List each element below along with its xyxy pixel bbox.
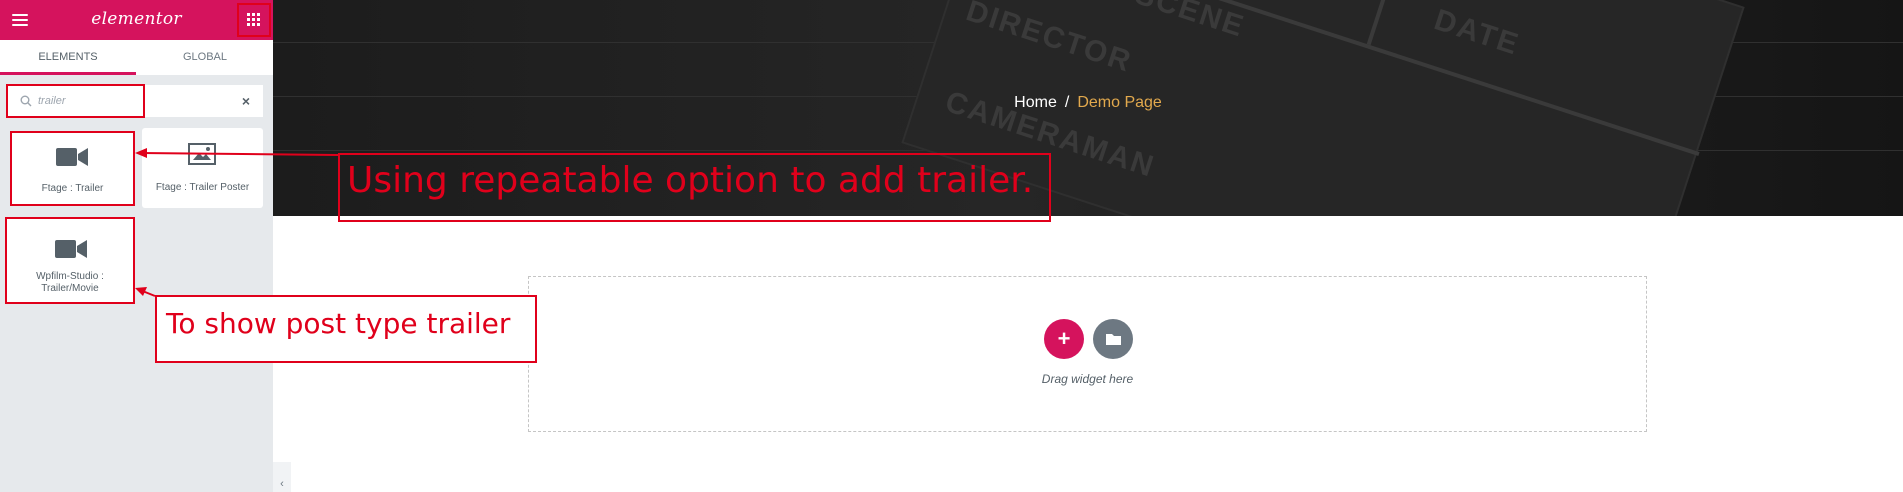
grid-icon[interactable] xyxy=(237,3,271,37)
widget-search: × xyxy=(8,85,263,117)
folder-glyph xyxy=(1106,334,1121,345)
widget-wpfilm-trailer-movie[interactable]: Wpfilm-Studio : Trailer/Movie xyxy=(5,217,135,304)
clapperboard-line xyxy=(1366,0,1417,46)
folder-icon[interactable] xyxy=(1093,319,1133,359)
annotation-post-type-trailer: To show post type trailer xyxy=(155,295,537,363)
breadcrumb-current: Demo Page xyxy=(1077,94,1162,111)
elementor-editor: elementor Elements Global × xyxy=(0,0,1903,492)
widget-label-line2: Trailer/Movie xyxy=(41,283,99,294)
breadcrumb: Home / Demo Page xyxy=(273,94,1903,112)
breadcrumb-home-link[interactable]: Home xyxy=(1014,94,1057,111)
widget-ftage-trailer-poster[interactable]: Ftage : Trailer Poster xyxy=(142,128,263,208)
tab-elements[interactable]: Elements xyxy=(0,40,136,75)
drop-hint-text: Drag widget here xyxy=(1041,372,1134,386)
search-icon xyxy=(20,95,32,107)
search-input[interactable] xyxy=(38,91,218,111)
video-camera-icon xyxy=(55,240,87,258)
video-camera-icon xyxy=(56,148,88,166)
plus-icon[interactable]: + xyxy=(1044,319,1084,359)
elementor-panel: elementor Elements Global × xyxy=(0,0,273,492)
panel-header: elementor xyxy=(0,0,273,40)
tab-global[interactable]: Global xyxy=(137,40,273,75)
annotation-repeatable-trailer: Using repeatable option to add trailer. xyxy=(338,153,1051,222)
widget-label: Ftage : Trailer Poster xyxy=(155,182,250,193)
breadcrumb-separator: / xyxy=(1064,94,1070,111)
widget-label-line1: Wpfilm-Studio : xyxy=(36,271,104,282)
image-icon xyxy=(188,143,216,165)
close-icon[interactable]: × xyxy=(238,93,254,109)
panel-tabs: Elements Global xyxy=(0,40,273,75)
empty-section-dropzone[interactable]: + Drag widget here xyxy=(528,276,1647,432)
widget-ftage-trailer[interactable]: Ftage : Trailer xyxy=(10,131,135,206)
widget-label: Ftage : Trailer xyxy=(41,183,104,194)
elementor-logo: elementor xyxy=(91,9,182,29)
chevron-left-icon[interactable]: ‹ xyxy=(273,462,291,492)
